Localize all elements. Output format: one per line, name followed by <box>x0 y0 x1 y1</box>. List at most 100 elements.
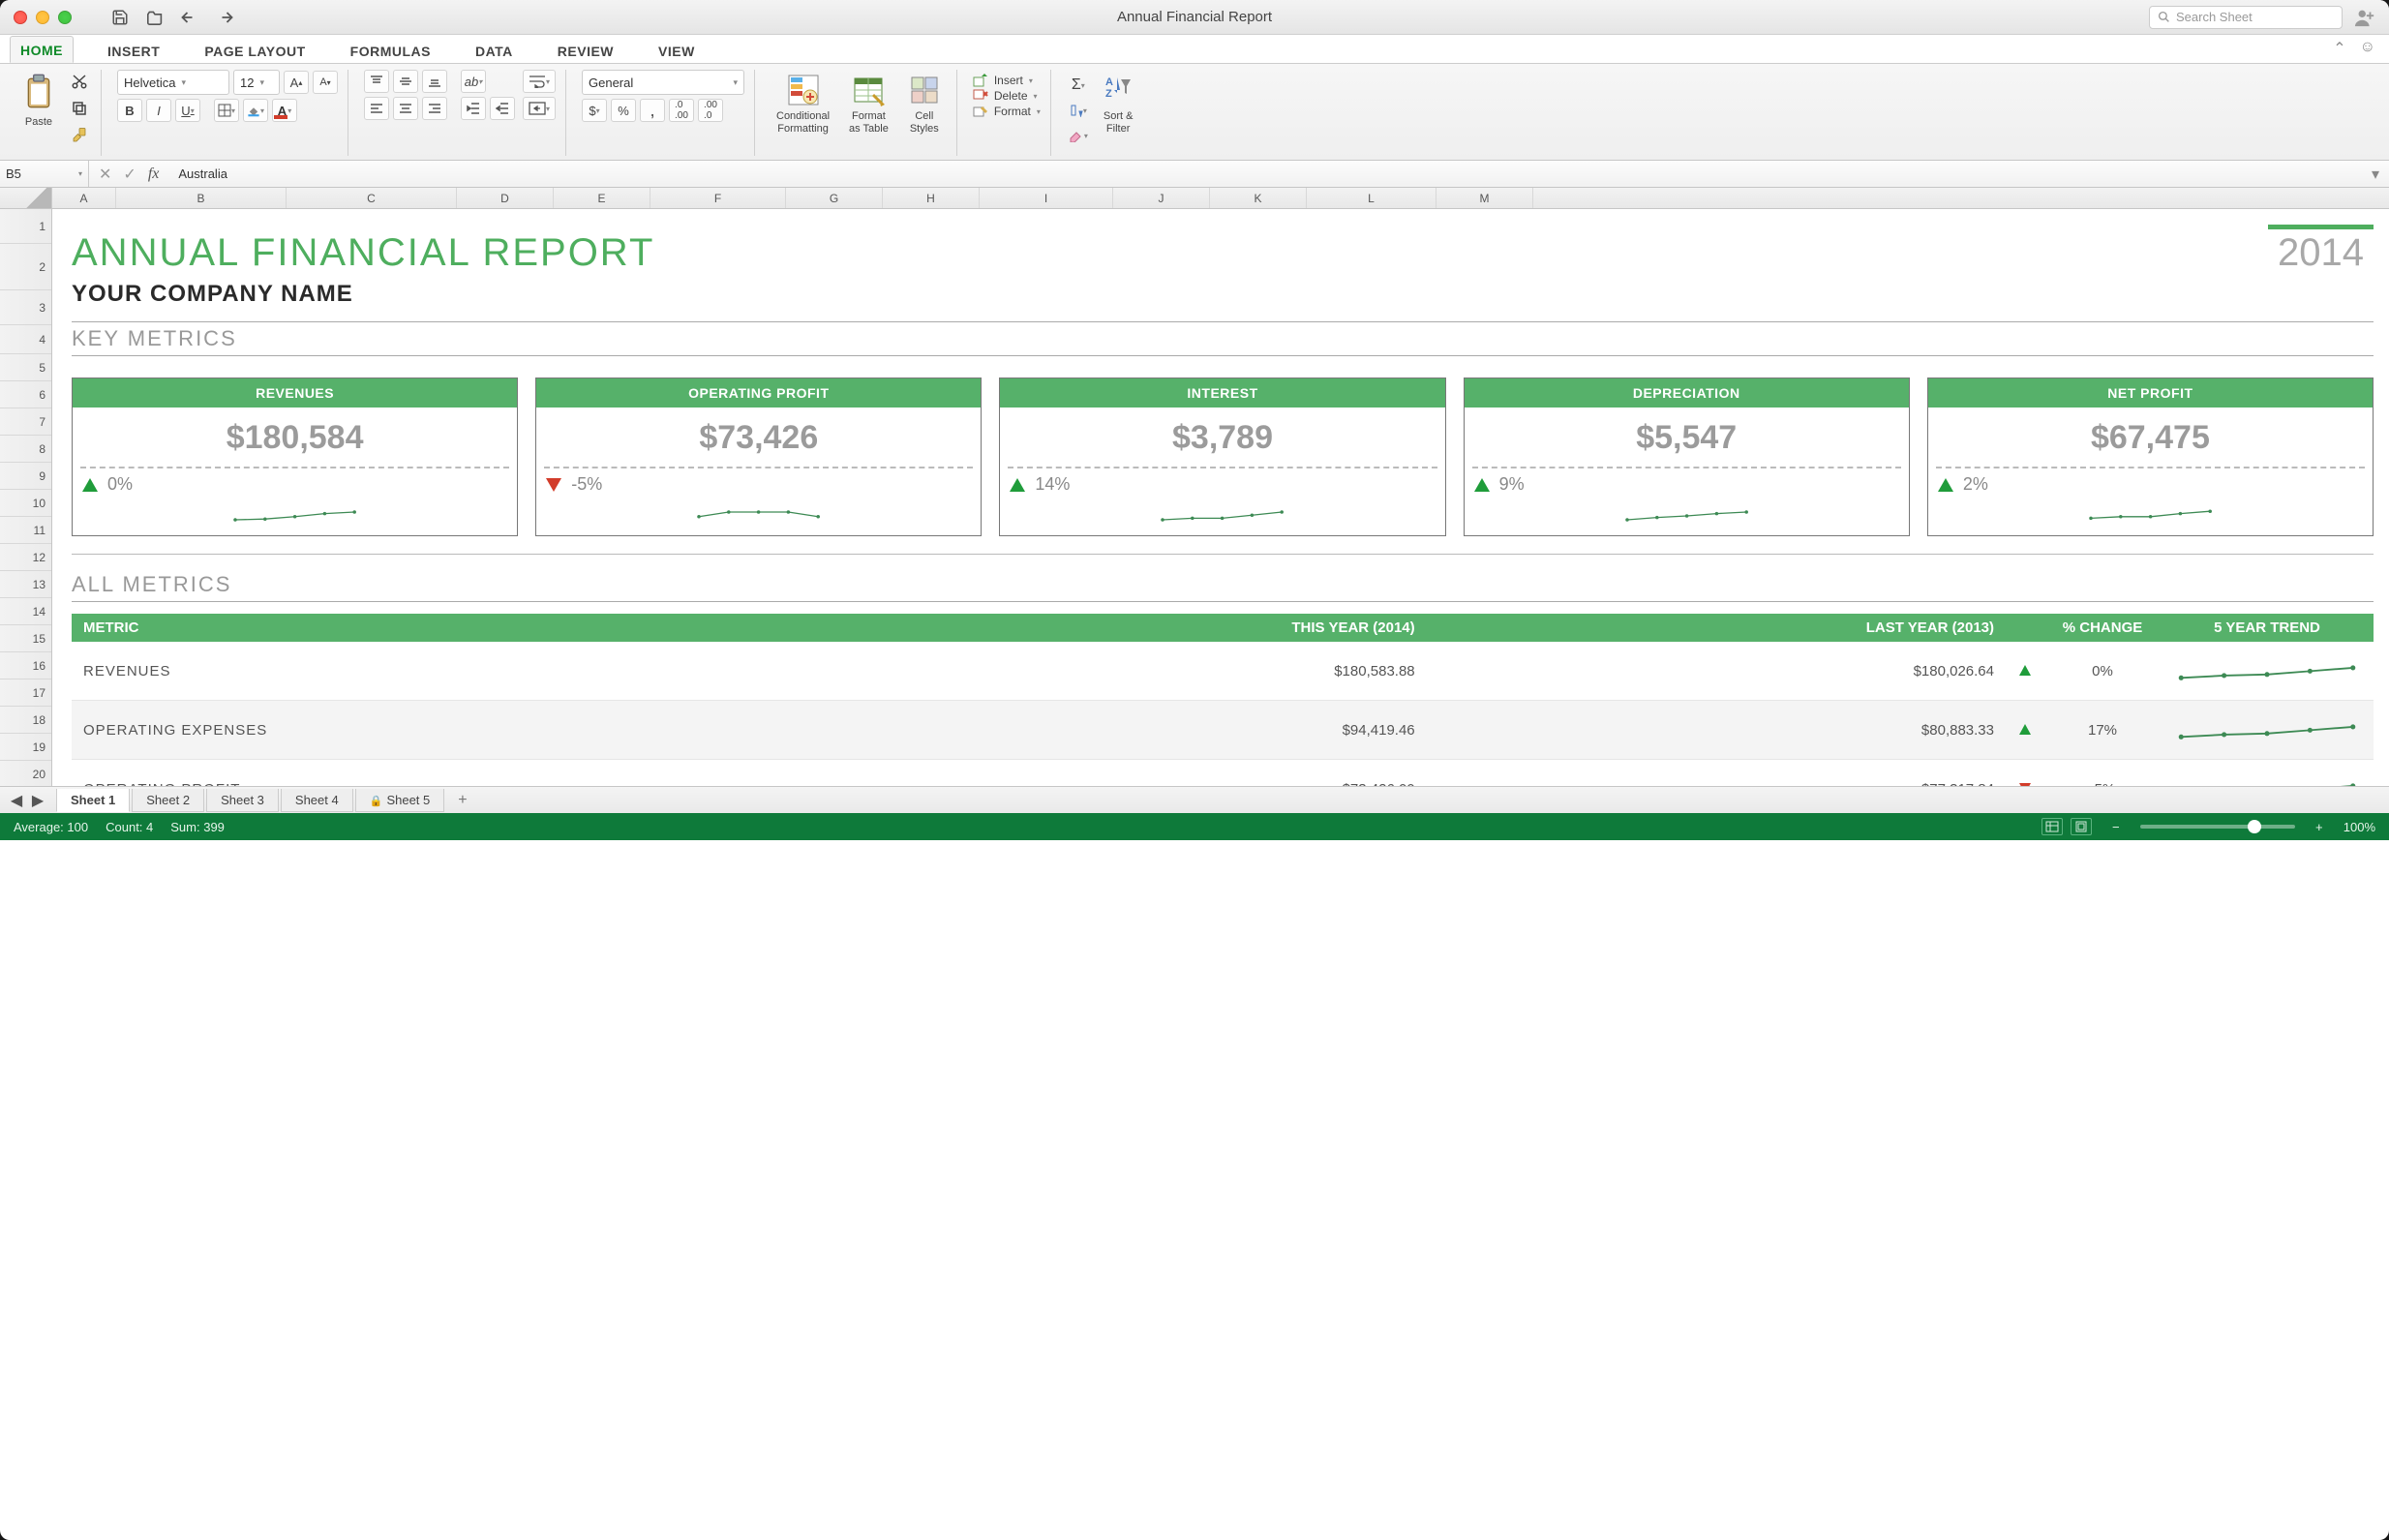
copy-icon[interactable] <box>68 97 91 120</box>
tab-home[interactable]: HOME <box>10 36 74 63</box>
align-left-icon[interactable] <box>364 97 389 120</box>
decrease-decimal-icon[interactable]: .00.0 <box>698 99 723 122</box>
worksheet-content[interactable]: ANNUAL FINANCIAL REPORT 2014 YOUR COMPAN… <box>52 209 2389 786</box>
row-header[interactable]: 7 <box>0 408 51 436</box>
add-sheet-button[interactable]: + <box>448 788 476 813</box>
wrap-text-icon[interactable]: ▾ <box>523 70 556 93</box>
increase-decimal-icon[interactable]: .0.00 <box>669 99 694 122</box>
column-header[interactable]: D <box>457 188 554 208</box>
format-painter-icon[interactable] <box>68 124 91 147</box>
decrease-font-icon[interactable]: A▾ <box>313 71 338 94</box>
column-header[interactable]: K <box>1210 188 1307 208</box>
comma-icon[interactable]: , <box>640 99 665 122</box>
column-header[interactable]: J <box>1113 188 1210 208</box>
tab-review[interactable]: REVIEW <box>547 37 624 63</box>
row-header[interactable]: 20 <box>0 761 51 786</box>
row-header[interactable]: 11 <box>0 517 51 544</box>
tab-view[interactable]: VIEW <box>648 37 706 63</box>
align-center-icon[interactable] <box>393 97 418 120</box>
column-header[interactable]: A <box>52 188 116 208</box>
name-box[interactable]: B5▾ <box>0 161 89 187</box>
zoom-slider[interactable] <box>2140 825 2295 829</box>
sheet-tab[interactable]: Sheet 4 <box>281 789 353 812</box>
sheet-tab[interactable]: Sheet 2 <box>132 789 204 812</box>
table-row[interactable]: OPERATING EXPENSES $94,419.46 $80,883.33… <box>72 701 2374 760</box>
autosum-icon[interactable]: Σ▾ <box>1067 74 1090 97</box>
row-header[interactable]: 4 <box>0 325 51 354</box>
sheet-nav-next-icon[interactable]: ▶ <box>29 792 46 809</box>
fill-down-icon[interactable]: ▾ <box>1067 99 1090 122</box>
tab-page-layout[interactable]: PAGE LAYOUT <box>194 37 316 63</box>
column-header[interactable]: M <box>1436 188 1533 208</box>
sheet-tab[interactable]: Sheet 1 <box>56 789 130 812</box>
font-color-button[interactable]: A▾ <box>272 99 297 122</box>
increase-indent-icon[interactable] <box>490 97 515 120</box>
row-header[interactable]: 17 <box>0 679 51 707</box>
format-as-table-button[interactable]: Format as Table <box>843 70 894 138</box>
paste-button[interactable]: Paste <box>17 70 60 133</box>
close-button[interactable] <box>14 11 27 24</box>
borders-button[interactable]: ▾ <box>214 99 239 122</box>
row-header[interactable]: 8 <box>0 436 51 463</box>
row-header[interactable]: 1 <box>0 209 51 244</box>
merge-cells-icon[interactable]: ▾ <box>523 97 556 120</box>
zoom-thumb[interactable] <box>2248 820 2261 833</box>
column-header[interactable]: I <box>980 188 1113 208</box>
expand-formula-bar-icon[interactable]: ▾ <box>2362 165 2389 184</box>
underline-button[interactable]: U ▾ <box>175 99 200 122</box>
cancel-formula-icon[interactable]: ✕ <box>99 165 111 184</box>
row-header[interactable]: 6 <box>0 381 51 408</box>
select-all-corner[interactable] <box>0 188 52 208</box>
column-header[interactable]: H <box>883 188 980 208</box>
add-user-icon[interactable] <box>2354 7 2375 28</box>
column-header[interactable]: F <box>650 188 786 208</box>
sheet-nav-prev-icon[interactable]: ◀ <box>8 792 25 809</box>
collapse-ribbon-icon[interactable]: ⌃ <box>2333 39 2345 58</box>
zoom-in-icon[interactable]: + <box>2313 820 2326 834</box>
fill-color-button[interactable]: ▾ <box>243 99 268 122</box>
row-header[interactable]: 3 <box>0 290 51 325</box>
fx-icon[interactable]: fx <box>148 166 160 183</box>
font-name-dropdown[interactable]: Helvetica▾ <box>117 70 229 95</box>
table-row[interactable]: REVENUES $180,583.88 $180,026.64 0% <box>72 642 2374 701</box>
accept-formula-icon[interactable]: ✓ <box>123 165 136 184</box>
delete-cells-button[interactable]: Delete▾ <box>973 89 1038 103</box>
align-middle-icon[interactable] <box>393 70 418 93</box>
insert-cells-button[interactable]: Insert▾ <box>973 74 1033 87</box>
column-header[interactable]: E <box>554 188 650 208</box>
formula-input[interactable]: Australia <box>168 166 2362 181</box>
row-header[interactable]: 19 <box>0 734 51 761</box>
page-layout-view-icon[interactable] <box>2071 818 2092 835</box>
clear-icon[interactable]: ▾ <box>1067 124 1090 147</box>
tab-formulas[interactable]: FORMULAS <box>340 37 441 63</box>
row-header[interactable]: 10 <box>0 490 51 517</box>
column-header[interactable]: G <box>786 188 883 208</box>
column-header[interactable]: C <box>287 188 457 208</box>
row-header[interactable]: 5 <box>0 354 51 381</box>
row-header[interactable]: 15 <box>0 625 51 652</box>
row-header[interactable]: 13 <box>0 571 51 598</box>
font-size-dropdown[interactable]: 12▾ <box>233 70 280 95</box>
decrease-indent-icon[interactable] <box>461 97 486 120</box>
number-format-dropdown[interactable]: General▾ <box>582 70 744 95</box>
tab-insert[interactable]: INSERT <box>97 37 170 63</box>
minimize-button[interactable] <box>36 11 49 24</box>
orientation-icon[interactable]: ab▾ <box>461 70 486 93</box>
tab-data[interactable]: DATA <box>465 37 524 63</box>
align-bottom-icon[interactable] <box>422 70 447 93</box>
row-header[interactable]: 18 <box>0 707 51 734</box>
align-right-icon[interactable] <box>422 97 447 120</box>
smiley-feedback-icon[interactable]: ☺ <box>2360 39 2375 58</box>
align-top-icon[interactable] <box>364 70 389 93</box>
search-input[interactable]: Search Sheet <box>2149 6 2343 29</box>
sort-filter-button[interactable]: AZ Sort & Filter <box>1098 70 1139 138</box>
italic-button[interactable]: I <box>146 99 171 122</box>
sheet-tab[interactable]: Sheet 3 <box>206 789 279 812</box>
conditional-formatting-button[interactable]: Conditional Formatting <box>771 70 835 138</box>
column-header[interactable]: B <box>116 188 287 208</box>
table-row[interactable]: OPERATING PROFIT $73,426.00 $77,317.84 -… <box>72 760 2374 786</box>
maximize-button[interactable] <box>58 11 72 24</box>
cut-icon[interactable] <box>68 70 91 93</box>
save-icon[interactable] <box>110 9 130 26</box>
percent-icon[interactable]: % <box>611 99 636 122</box>
